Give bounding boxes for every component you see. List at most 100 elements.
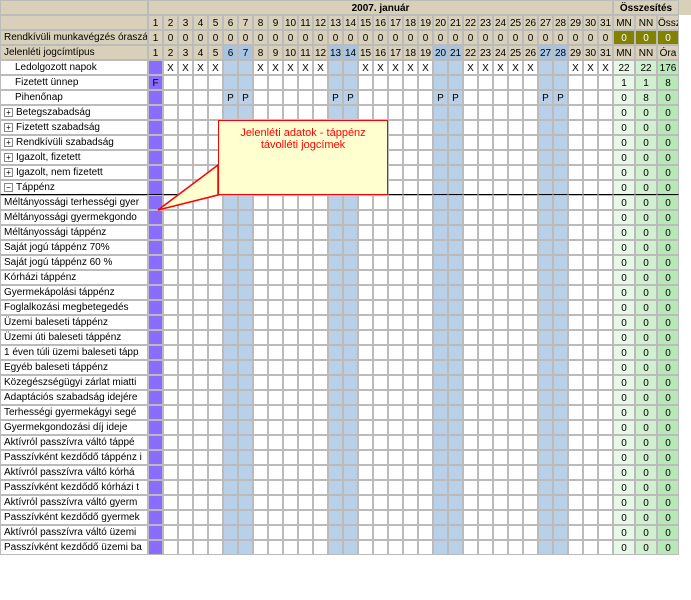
subcell-6-29[interactable] bbox=[568, 285, 583, 300]
cell-3-4[interactable] bbox=[193, 105, 208, 120]
subcell-8-24[interactable] bbox=[493, 315, 508, 330]
cell-3-14[interactable] bbox=[343, 105, 358, 120]
subcell-6-30[interactable] bbox=[583, 285, 598, 300]
subcell-18-25[interactable] bbox=[508, 465, 523, 480]
subcell-4-5[interactable] bbox=[208, 255, 223, 270]
cell-8-23[interactable] bbox=[478, 180, 493, 195]
subcell-21-27[interactable] bbox=[538, 510, 553, 525]
subcell-5-24[interactable] bbox=[493, 270, 508, 285]
subcell-6-2[interactable] bbox=[163, 285, 178, 300]
subcell-21-9[interactable] bbox=[268, 510, 283, 525]
subcell-9-28[interactable] bbox=[553, 330, 568, 345]
subcell-3-11[interactable] bbox=[298, 240, 313, 255]
subcell-6-26[interactable] bbox=[523, 285, 538, 300]
subcell-4-21[interactable] bbox=[448, 255, 463, 270]
subcell-8-18[interactable] bbox=[403, 315, 418, 330]
subcell-4-26[interactable] bbox=[523, 255, 538, 270]
subcell-14-20[interactable] bbox=[433, 405, 448, 420]
subcell-6-1[interactable] bbox=[148, 285, 163, 300]
subcell-11-10[interactable] bbox=[283, 360, 298, 375]
subcell-23-6[interactable] bbox=[223, 540, 238, 555]
subcell-7-18[interactable] bbox=[403, 300, 418, 315]
cell-5-26[interactable] bbox=[523, 135, 538, 150]
subcell-14-9[interactable] bbox=[268, 405, 283, 420]
subcell-4-7[interactable] bbox=[238, 255, 253, 270]
subcell-16-29[interactable] bbox=[568, 435, 583, 450]
subcell-0-24[interactable] bbox=[493, 195, 508, 210]
cell-5-31[interactable] bbox=[598, 135, 613, 150]
cell-3-29[interactable] bbox=[568, 105, 583, 120]
subcell-6-25[interactable] bbox=[508, 285, 523, 300]
subcell-16-24[interactable] bbox=[493, 435, 508, 450]
cell-6-29[interactable] bbox=[568, 150, 583, 165]
subcell-23-18[interactable] bbox=[403, 540, 418, 555]
subcell-2-5[interactable] bbox=[208, 225, 223, 240]
subcell-9-25[interactable] bbox=[508, 330, 523, 345]
subcell-23-3[interactable] bbox=[178, 540, 193, 555]
subcell-15-8[interactable] bbox=[253, 420, 268, 435]
subcell-0-9[interactable] bbox=[268, 195, 283, 210]
subcell-3-21[interactable] bbox=[448, 240, 463, 255]
subcell-7-1[interactable] bbox=[148, 300, 163, 315]
subcell-4-16[interactable] bbox=[373, 255, 388, 270]
subcell-22-14[interactable] bbox=[343, 525, 358, 540]
subcell-11-4[interactable] bbox=[193, 360, 208, 375]
cell-3-6[interactable] bbox=[223, 105, 238, 120]
subcell-11-22[interactable] bbox=[463, 360, 478, 375]
subcell-3-2[interactable] bbox=[163, 240, 178, 255]
subcell-17-7[interactable] bbox=[238, 450, 253, 465]
expander-icon[interactable]: + bbox=[4, 123, 13, 132]
subcell-21-31[interactable] bbox=[598, 510, 613, 525]
subcell-11-27[interactable] bbox=[538, 360, 553, 375]
subcell-20-19[interactable] bbox=[418, 495, 433, 510]
subcell-8-16[interactable] bbox=[373, 315, 388, 330]
subcell-16-4[interactable] bbox=[193, 435, 208, 450]
subcell-0-28[interactable] bbox=[553, 195, 568, 210]
subcell-23-1[interactable] bbox=[148, 540, 163, 555]
subcell-16-7[interactable] bbox=[238, 435, 253, 450]
subcell-12-23[interactable] bbox=[478, 375, 493, 390]
subcell-19-20[interactable] bbox=[433, 480, 448, 495]
subcell-17-6[interactable] bbox=[223, 450, 238, 465]
subcell-11-16[interactable] bbox=[373, 360, 388, 375]
subcell-23-10[interactable] bbox=[283, 540, 298, 555]
subcell-20-15[interactable] bbox=[358, 495, 373, 510]
subcell-10-15[interactable] bbox=[358, 345, 373, 360]
subcell-23-25[interactable] bbox=[508, 540, 523, 555]
subcell-10-10[interactable] bbox=[283, 345, 298, 360]
subcell-14-3[interactable] bbox=[178, 405, 193, 420]
subcell-1-19[interactable] bbox=[418, 210, 433, 225]
subcell-19-25[interactable] bbox=[508, 480, 523, 495]
subcell-13-17[interactable] bbox=[388, 390, 403, 405]
cell-0-29[interactable]: X bbox=[568, 60, 583, 75]
subcell-5-25[interactable] bbox=[508, 270, 523, 285]
subcell-16-18[interactable] bbox=[403, 435, 418, 450]
subcell-8-6[interactable] bbox=[223, 315, 238, 330]
subcell-18-21[interactable] bbox=[448, 465, 463, 480]
subcell-10-1[interactable] bbox=[148, 345, 163, 360]
subcell-12-16[interactable] bbox=[373, 375, 388, 390]
cell-8-31[interactable] bbox=[598, 180, 613, 195]
subcell-13-24[interactable] bbox=[493, 390, 508, 405]
subcell-14-7[interactable] bbox=[238, 405, 253, 420]
subcell-15-2[interactable] bbox=[163, 420, 178, 435]
subcell-17-26[interactable] bbox=[523, 450, 538, 465]
cell-3-28[interactable] bbox=[553, 105, 568, 120]
cell-0-24[interactable]: X bbox=[493, 60, 508, 75]
cell-2-23[interactable] bbox=[478, 90, 493, 105]
subcell-11-25[interactable] bbox=[508, 360, 523, 375]
subcell-9-22[interactable] bbox=[463, 330, 478, 345]
cell-2-24[interactable] bbox=[493, 90, 508, 105]
subcell-15-4[interactable] bbox=[193, 420, 208, 435]
subcell-8-23[interactable] bbox=[478, 315, 493, 330]
subcell-18-6[interactable] bbox=[223, 465, 238, 480]
subcell-5-21[interactable] bbox=[448, 270, 463, 285]
cell-3-22[interactable] bbox=[463, 105, 478, 120]
subcell-6-14[interactable] bbox=[343, 285, 358, 300]
cell-0-19[interactable]: X bbox=[418, 60, 433, 75]
cell-4-3[interactable] bbox=[178, 120, 193, 135]
subcell-14-27[interactable] bbox=[538, 405, 553, 420]
subcell-2-13[interactable] bbox=[328, 225, 343, 240]
subcell-8-17[interactable] bbox=[388, 315, 403, 330]
subcell-4-29[interactable] bbox=[568, 255, 583, 270]
